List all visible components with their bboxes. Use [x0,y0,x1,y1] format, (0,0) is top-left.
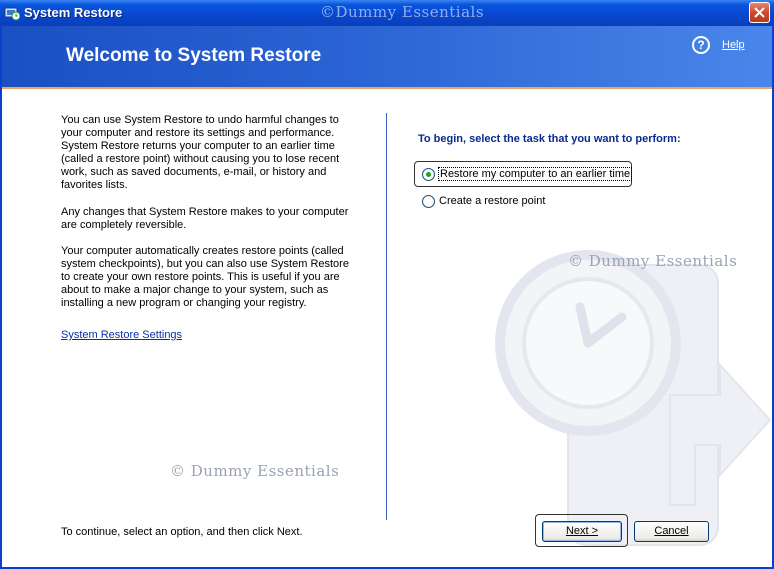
window-frame-left [0,26,2,569]
cancel-button[interactable]: Cancel [634,521,709,542]
watermark-left: © Dummy Essentials [170,462,340,480]
next-button-label: Next > [565,525,599,537]
help-icon[interactable]: ? [692,36,710,54]
task-prompt: To begin, select the task that you want … [418,133,681,145]
window-title: System Restore [24,5,123,20]
option-label: Restore my computer to an earlier time [437,167,633,181]
option-label: Create a restore point [439,195,546,207]
header-divider [2,87,772,89]
clock-arrow-watermark-art [495,250,772,546]
system-restore-app-icon [4,7,20,21]
cancel-button-label: Cancel [654,525,689,537]
next-button[interactable]: Next > [542,521,622,542]
close-icon [754,7,765,18]
intro-paragraph-2: Any changes that System Restore makes to… [61,206,349,231]
continue-instruction: To continue, select an option, and then … [61,526,303,538]
watermark-top: ©Dummy Essentials [320,3,485,21]
intro-paragraph-1: You can use System Restore to undo harmf… [61,114,340,191]
header-band: Welcome to System Restore ? Help [2,26,772,87]
help-link[interactable]: Help [722,39,745,51]
close-button[interactable] [749,2,770,23]
radio-restore-earlier-time[interactable] [422,168,435,181]
intro-paragraph-3: Your computer automatically creates rest… [61,245,349,309]
title-bar[interactable]: System Restore ©Dummy Essentials [0,0,774,26]
watermark-right: © Dummy Essentials [568,252,738,270]
system-restore-settings-link[interactable]: System Restore Settings [61,329,182,341]
page-title: Welcome to System Restore [66,45,322,66]
radio-create-restore-point[interactable] [422,195,435,208]
column-divider [386,113,387,520]
